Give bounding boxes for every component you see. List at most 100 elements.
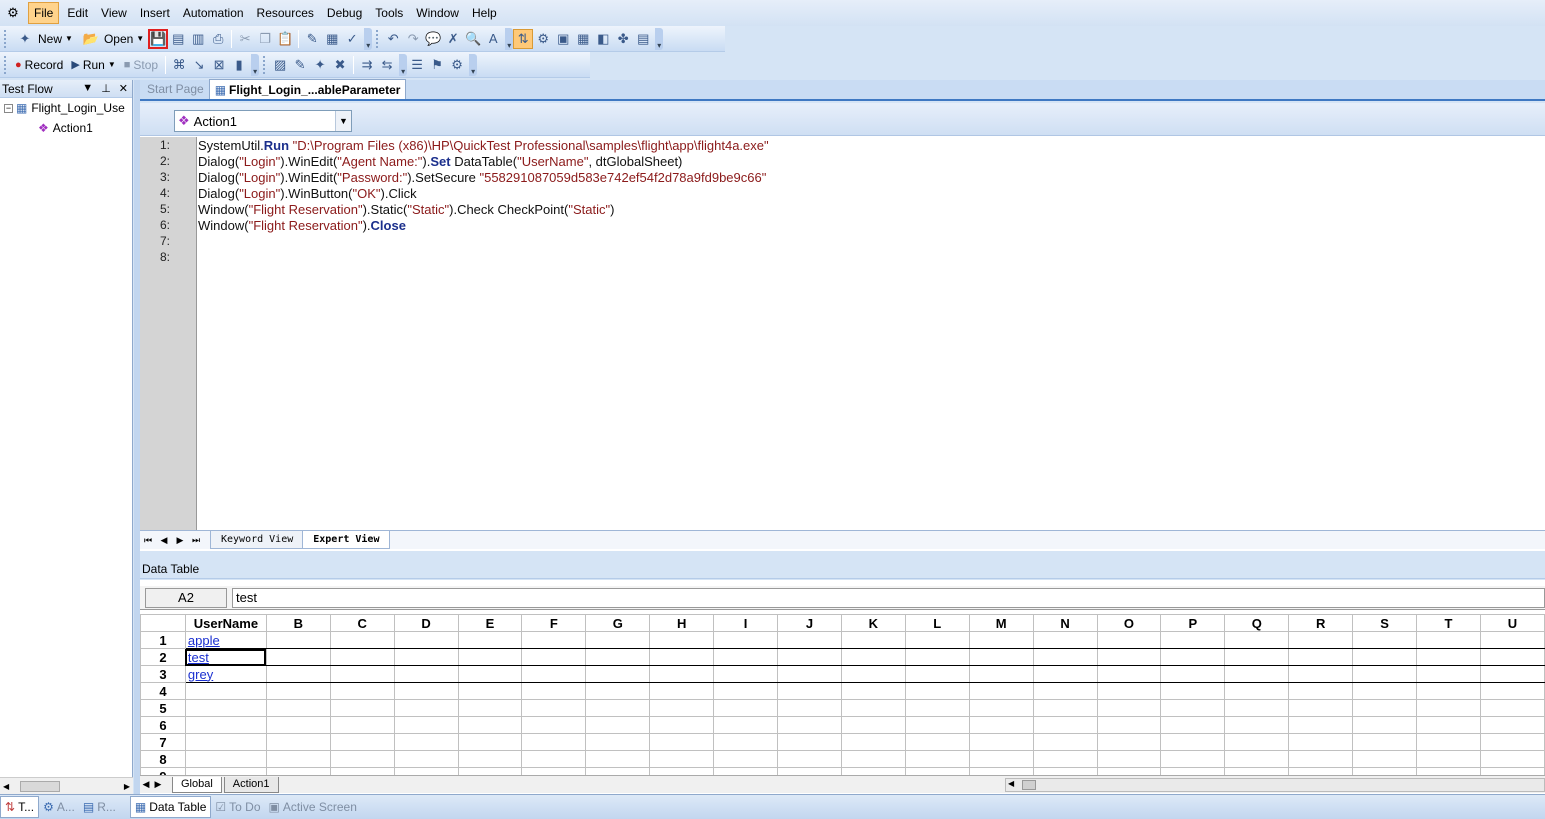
object-repository-icon[interactable]: ⚙ [533,29,553,49]
table-cell[interactable] [713,665,779,683]
step-into-icon[interactable]: ⌘ [169,55,189,75]
table-cell[interactable] [777,631,842,649]
table-cell[interactable] [393,750,459,768]
table-cell[interactable] [777,750,842,768]
record-button[interactable]: ● Record [11,54,67,76]
new-button[interactable]: ✦ New ▼ [11,28,77,50]
table-cell[interactable] [649,631,715,649]
pin-icon[interactable]: ⊥ [101,82,111,95]
active-screen-icon[interactable]: ▣ [553,29,573,49]
table-cell[interactable] [457,631,523,649]
column-header[interactable]: C [329,614,395,632]
table-cell[interactable] [968,682,1034,700]
pane-dropdown-icon[interactable]: ▼ [82,82,93,95]
column-header[interactable]: H [649,614,715,632]
table-cell[interactable] [1032,665,1098,683]
table-cell[interactable] [521,631,587,649]
table-cell[interactable] [1288,648,1354,666]
code-line[interactable]: Window("Flight Reservation").Static("Sta… [198,202,614,217]
sheet-tab-global[interactable]: Global [172,776,222,793]
table-cell[interactable] [1352,682,1417,700]
results-icon[interactable]: ☰ [407,55,427,75]
table-cell[interactable] [1032,716,1098,734]
table-cell[interactable] [968,716,1034,734]
table-cell[interactable] [457,733,523,751]
table-cell[interactable] [1160,665,1226,683]
table-cell[interactable] [777,648,842,666]
table-cell[interactable] [585,699,651,717]
table-cell[interactable] [1224,682,1290,700]
table-cell[interactable] [1288,631,1354,649]
run-button[interactable]: ▶ Run ▼ [67,54,119,76]
table-cell[interactable] [1479,665,1545,683]
table-cell[interactable] [1160,716,1226,734]
table-cell[interactable] [1160,733,1226,751]
properties-icon[interactable]: ▦ [322,29,342,49]
table-cell[interactable] [840,682,906,700]
table-cell[interactable] [521,699,587,717]
table-cell[interactable] [1415,665,1481,683]
menu-edit[interactable]: Edit [62,2,93,24]
column-header[interactable]: P [1160,614,1226,632]
table-cell[interactable] [713,699,779,717]
cell-value-input[interactable]: test [232,588,1545,608]
table-cell[interactable] [1352,750,1417,768]
sheet-tab-action1[interactable]: Action1 [223,776,279,793]
table-cell[interactable] [585,750,651,768]
tab-resources[interactable]: ▤ R... [79,796,120,818]
table-cell[interactable] [1288,716,1354,734]
row-header[interactable]: 5 [140,699,186,717]
cut-icon[interactable]: ✂ [235,29,255,49]
table-cell[interactable] [1288,699,1354,717]
column-header[interactable]: K [840,614,906,632]
table-cell[interactable] [265,716,331,734]
column-header[interactable]: Q [1224,614,1290,632]
table-cell[interactable] [1224,648,1290,666]
table-cell[interactable]: grey [184,665,267,683]
table-cell[interactable] [713,750,779,768]
table-cell[interactable] [329,716,395,734]
next-tab-icon[interactable]: ▶ [172,535,188,546]
column-header[interactable]: U [1479,614,1545,632]
table-cell[interactable] [184,682,267,700]
table-cell[interactable] [265,682,331,700]
table-cell[interactable] [968,733,1034,751]
row-header[interactable]: 2 [140,648,186,666]
scroll-left-icon[interactable]: ◀ [0,782,12,791]
table-cell[interactable] [1096,750,1162,768]
table-cell[interactable] [1479,682,1545,700]
table-cell[interactable] [904,733,970,751]
table-cell[interactable] [457,665,523,683]
menu-automation[interactable]: Automation [178,2,249,24]
code-line[interactable]: Dialog("Login").WinButton("OK").Click [198,186,417,201]
breakpoint-icon[interactable]: ⊠ [209,55,229,75]
split-action-icon[interactable]: ⇆ [377,55,397,75]
table-cell[interactable] [1032,648,1098,666]
table-cell[interactable] [265,665,331,683]
table-cell[interactable] [649,699,715,717]
table-cell[interactable] [649,648,715,666]
scroll-thumb[interactable] [20,780,61,792]
table-cell[interactable] [713,648,779,666]
tab-expert-view[interactable]: Expert View [302,531,391,549]
comment-icon[interactable]: 💬 [423,29,443,49]
tree-item-test[interactable]: − ▦ Flight_Login_Use [0,98,132,118]
table-cell[interactable] [393,733,459,751]
column-header[interactable]: B [265,614,331,632]
table-cell[interactable] [393,699,459,717]
insert-output-icon[interactable]: ✎ [290,55,310,75]
table-cell[interactable] [840,648,906,666]
table-cell[interactable] [840,733,906,751]
table-cell[interactable] [904,750,970,768]
table-cell[interactable] [457,750,523,768]
table-cell[interactable] [713,716,779,734]
table-cell[interactable] [777,716,842,734]
collapse-icon[interactable]: − [4,103,13,113]
table-cell[interactable] [1032,631,1098,649]
table-cell[interactable] [521,716,587,734]
table-cell[interactable] [521,750,587,768]
table-cell[interactable]: test [184,648,267,666]
replace-icon[interactable]: A [483,29,503,49]
table-cell[interactable] [329,750,395,768]
column-header[interactable]: G [585,614,651,632]
